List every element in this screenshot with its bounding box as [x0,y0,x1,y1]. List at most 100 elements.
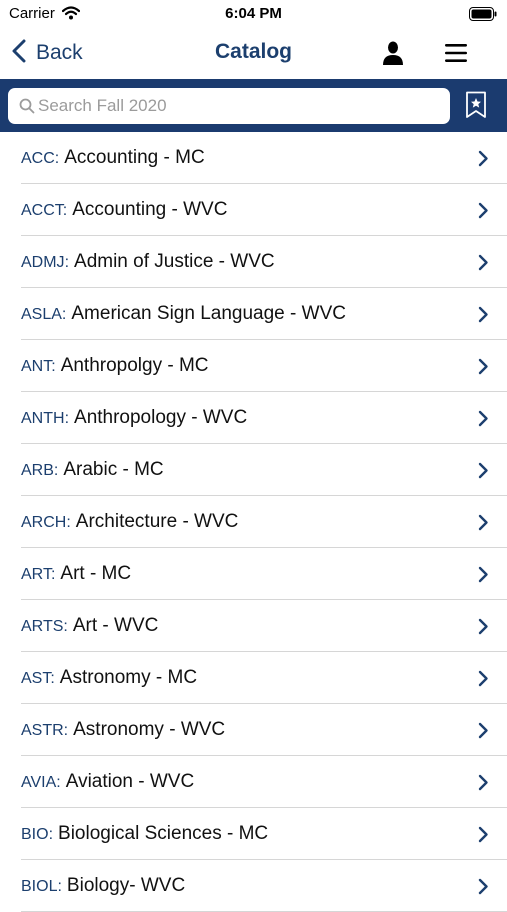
chevron-right-icon [478,306,489,328]
subject-row[interactable]: ANTH: Anthropology - WVC [0,392,507,444]
user-button[interactable] [380,40,406,66]
subject-row-text: AST: Astronomy - MC [21,652,197,703]
subject-code: ARTS [21,618,64,635]
hamburger-menu-icon [443,44,469,69]
subject-row[interactable]: BIOL: Biology- WVC [0,860,507,912]
subject-name: Biology- WVC [66,875,186,896]
subject-row-text: BIO: Biological Sciences - MC [21,808,268,859]
subject-row[interactable]: ACCT: Accounting - WVC [0,184,507,236]
chevron-right-icon [478,670,489,692]
code-separator: : [61,306,67,323]
subject-row[interactable]: ARTS: Art - WVC [0,600,507,652]
subject-row-text: ASTR: Astronomy - WVC [21,704,225,755]
code-separator: : [64,254,70,271]
subject-list: ACC: Accounting - MC ACCT: Accounting - WV… [0,132,507,912]
code-separator: : [51,358,56,375]
chevron-right-icon [478,722,489,744]
subject-name: Astronomy - WVC [73,719,226,740]
subject-row[interactable]: AST: Astronomy - MC [0,652,507,704]
subject-row-text: ADMJ: Admin of Justice - WVC [21,236,275,287]
chevron-right-icon [478,878,489,900]
subject-row[interactable]: ASTR: Astronomy - WVC [0,704,507,756]
subject-code: BIO [21,826,49,843]
subject-code: BIOL [21,878,58,895]
chevron-right-icon [478,150,489,172]
subject-code: ACCT [21,202,63,219]
search-input[interactable] [38,88,442,124]
navigation-bar: Back Catalog [0,28,507,78]
chevron-right-icon [478,514,489,536]
chevron-right-icon [478,774,489,796]
chevron-right-icon [478,566,489,588]
chevron-right-icon [478,410,489,432]
subject-code: AVIA [21,774,57,791]
status-bar: Carrier 6:04 PM [0,0,507,28]
subject-row-text: ACC: Accounting - MC [21,132,205,183]
subject-row[interactable]: ADMJ: Admin of Justice - WVC [0,236,507,288]
bookmark-star-icon [465,91,487,123]
subject-name: American Sign Language - WVC [71,303,346,324]
code-separator: : [53,462,59,479]
search-icon [19,98,35,119]
code-separator: : [63,618,68,635]
subject-row[interactable]: ARB: Arabic - MC [0,444,507,496]
subject-name: Anthropolgy - MC [60,355,209,376]
subject-code: ART [21,566,51,583]
subject-row-text: ARCH: Architecture - WVC [21,496,238,547]
back-button[interactable]: Back [12,38,83,68]
subject-code: AST [21,670,51,687]
subject-code: ARB [21,462,54,479]
chevron-right-icon [478,358,489,380]
subject-name: Anthropology - WVC [74,407,248,428]
back-label: Back [36,41,83,64]
subject-row-text: ACCT: Accounting - WVC [21,184,227,235]
subject-name: Art - MC [60,563,132,584]
code-separator: : [57,878,62,895]
subject-name: Accounting - WVC [72,199,228,220]
subject-name: Aviation - WVC [65,771,195,792]
chevron-right-icon [478,618,489,640]
subject-name: Art - WVC [72,615,159,636]
code-separator: : [63,722,69,739]
code-separator: : [48,826,54,843]
subject-code: ACC [21,150,55,167]
chevron-right-icon [478,462,489,484]
status-time: 6:04 PM [225,5,282,22]
subject-name: Architecture - WVC [75,511,239,532]
chevron-right-icon [478,826,489,848]
subject-row-text: ART: Art - MC [21,548,131,599]
subject-name: Accounting - MC [64,147,205,168]
subject-row[interactable]: BIO: Biological Sciences - MC [0,808,507,860]
subject-row-text: ARB: Arabic - MC [21,444,164,495]
subject-name: Admin of Justice - WVC [74,251,275,272]
subject-name: Biological Sciences - MC [58,823,269,844]
subject-row[interactable]: AVIA: Aviation - WVC [0,756,507,808]
battery-icon [469,7,497,26]
code-separator: : [50,670,55,687]
user-icon [380,41,406,70]
menu-button[interactable] [443,41,469,65]
search-field[interactable] [8,88,450,124]
subject-row-text: ANTH: Anthropology - WVC [21,392,247,443]
chevron-right-icon [478,202,489,224]
subject-code: ASTR [21,722,64,739]
code-separator: : [62,202,68,219]
subject-row[interactable]: ACC: Accounting - MC [0,132,507,184]
subject-row-text: AVIA: Aviation - WVC [21,756,194,807]
subject-code: ARCH [21,514,67,531]
subject-row[interactable]: ART: Art - MC [0,548,507,600]
bookmark-button[interactable] [465,91,487,119]
subject-code: ADMJ [21,254,65,271]
subject-row[interactable]: ANT: Anthropolgy - MC [0,340,507,392]
chevron-right-icon [478,254,489,276]
subject-row-text: BIOL: Biology- WVC [21,860,185,911]
subject-code: ANT [21,358,52,375]
code-separator: : [66,514,71,531]
chevron-left-icon [12,39,26,68]
subject-row[interactable]: ASLA: American Sign Language - WVC [0,288,507,340]
subject-row[interactable]: ARCH: Architecture - WVC [0,496,507,548]
subject-row-text: ASLA: American Sign Language - WVC [21,288,346,339]
code-separator: : [56,774,61,791]
code-separator: : [50,566,56,583]
subject-code: ANTH [21,410,65,427]
